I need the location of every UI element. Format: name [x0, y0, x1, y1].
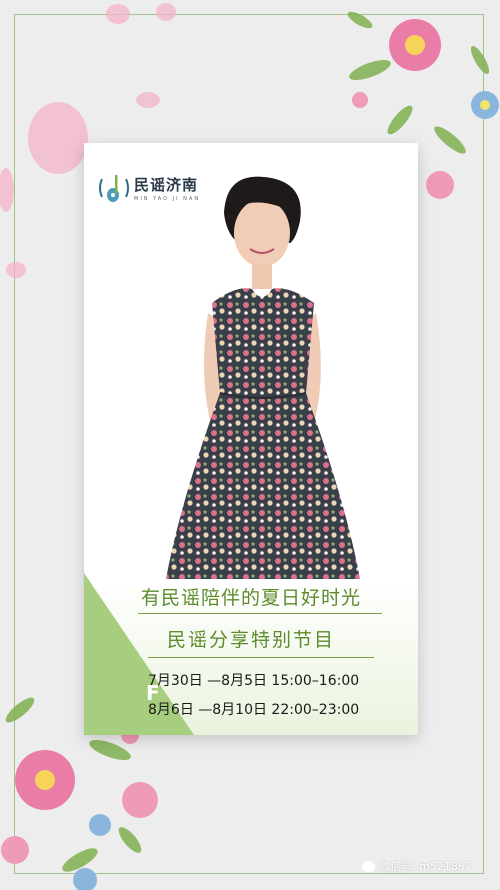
poster-card: 民谣济南 MIN YAO JI NAN 有民谣陪伴的夏日好时光 民谣分享特别节目…	[84, 143, 418, 735]
watermark-text: 微信号: m521887	[379, 860, 472, 873]
title-underline	[138, 613, 382, 614]
singer-portrait	[166, 176, 360, 579]
guitar-logo-icon	[99, 175, 129, 202]
stray-letter: F	[146, 681, 160, 705]
wechat-watermark: 微信号: m521887	[362, 858, 472, 874]
wechat-icon	[362, 860, 375, 872]
schedule-line-2: 8月6日 —8月10日 22:00–23:00	[148, 702, 360, 718]
schedule-line-1: 7月30日 —8月5日 15:00–16:00	[148, 673, 360, 689]
subtitle-underline	[148, 657, 374, 658]
poster-title: 有民谣陪伴的夏日好时光	[140, 587, 361, 609]
poster-subtitle: 民谣分享特别节目	[166, 629, 335, 651]
